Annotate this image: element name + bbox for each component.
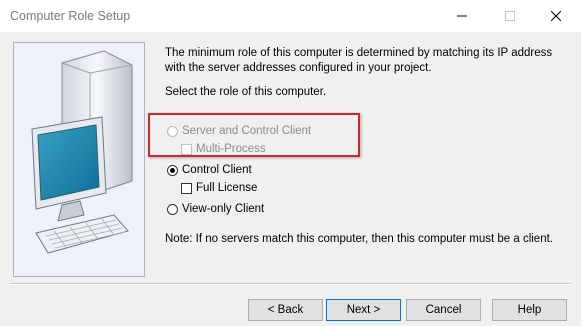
- description-text: The minimum role of this computer is det…: [165, 46, 565, 76]
- select-role-prompt: Select the role of this computer.: [165, 86, 327, 98]
- back-button[interactable]: < Back: [248, 299, 323, 321]
- minimize-button[interactable]: [439, 0, 485, 32]
- description-line-2: with the server addresses configured in …: [165, 62, 432, 74]
- view-only-client-label: View-only Client: [182, 203, 265, 215]
- minimize-icon: [457, 15, 467, 17]
- cancel-button[interactable]: Cancel: [406, 299, 481, 321]
- view-only-client-radio[interactable]: [167, 203, 178, 215]
- maximize-icon: [505, 11, 515, 21]
- maximize-button[interactable]: [487, 0, 533, 32]
- full-license-label: Full License: [196, 182, 258, 194]
- close-button[interactable]: [533, 0, 579, 32]
- next-button[interactable]: Next >: [326, 299, 401, 321]
- window-title: Computer Role Setup: [10, 9, 131, 23]
- control-client-radio[interactable]: [167, 164, 178, 176]
- full-license-option[interactable]: Full License: [181, 182, 257, 194]
- control-client-label: Control Client: [182, 164, 252, 176]
- footer-separator: [10, 283, 571, 285]
- highlight-box: [148, 113, 360, 157]
- full-license-checkbox[interactable]: [181, 182, 192, 194]
- control-client-option[interactable]: Control Client: [167, 164, 252, 176]
- note-text: Note: If no servers match this computer,…: [165, 233, 553, 245]
- computer-illustration-panel: [13, 42, 145, 277]
- title-bar: Computer Role Setup: [0, 0, 581, 32]
- computer-illustration-icon: [31, 50, 133, 254]
- view-only-client-option[interactable]: View-only Client: [167, 203, 264, 215]
- close-icon: [551, 11, 561, 21]
- description-line-1: The minimum role of this computer is det…: [165, 47, 553, 59]
- computer-role-setup-dialog: Computer Role Setup The minimum role of …: [0, 0, 581, 326]
- help-button[interactable]: Help: [492, 299, 567, 321]
